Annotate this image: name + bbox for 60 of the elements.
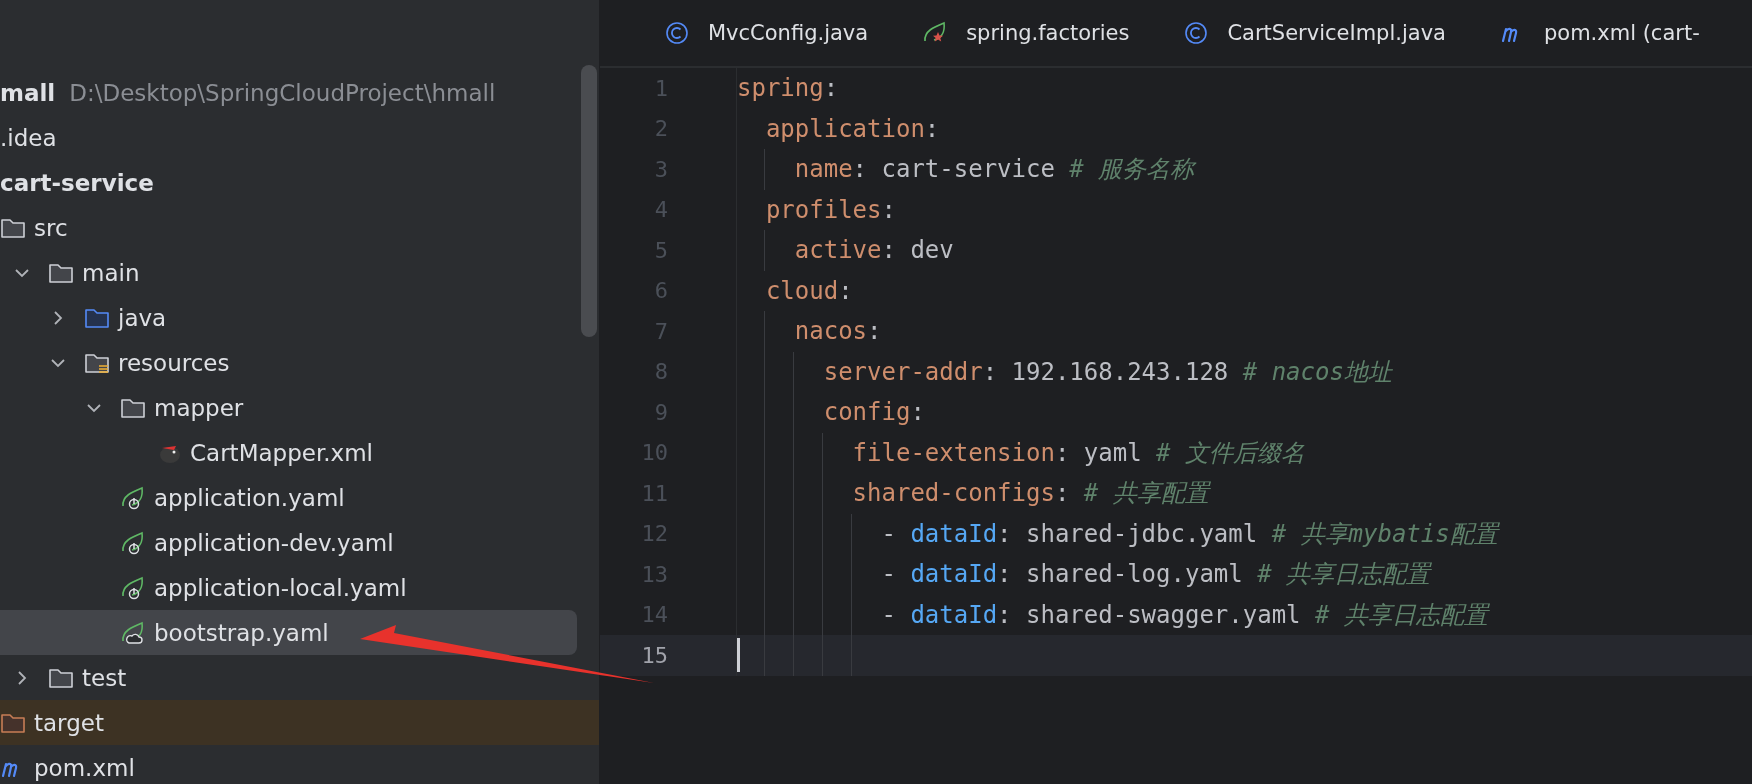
class-icon	[664, 21, 690, 45]
editor-tab[interactable]: CartServiceImpl.java	[1183, 21, 1446, 45]
code-line: file-extension: yaml # 文件后缀名	[851, 437, 1305, 469]
text-caret	[737, 638, 740, 673]
tree-item-label: pom.xml	[34, 754, 135, 781]
tree-item-label: java	[118, 304, 167, 331]
tree-item[interactable]: mapper	[0, 385, 599, 430]
tree-item-label: test	[82, 664, 127, 691]
tree-item[interactable]: cart-service	[0, 160, 599, 205]
code-line: shared-configs: # 共享配置	[851, 478, 1209, 510]
leaf-power-icon	[120, 530, 146, 555]
editor-tab[interactable]: pom.xml (cart-	[1499, 21, 1700, 45]
tree-item-label: mapper	[154, 394, 244, 421]
tree-item[interactable]: java	[0, 295, 599, 340]
tree-item-label: target	[34, 709, 104, 736]
tree-item[interactable]: application-dev.yaml	[0, 520, 599, 565]
code-line: - dataId: shared-jdbc.yaml # 共享mybatis配置	[880, 518, 1498, 550]
code-line: nacos:	[793, 317, 882, 346]
code-line: active: dev	[793, 236, 954, 265]
code-line: name: cart-service # 服务名称	[793, 154, 1195, 186]
line-number: 15	[640, 642, 669, 668]
tree-item-label: CartMapper.xml	[190, 439, 373, 466]
tree-item-label: cart-service	[0, 169, 154, 196]
tree-item-label: application-local.yaml	[154, 574, 407, 601]
tree-item[interactable]: pom.xml	[0, 745, 599, 784]
tree-item[interactable]: test	[0, 655, 599, 700]
tree-item[interactable]: bootstrap.yaml	[0, 610, 577, 655]
leaf-power-icon	[120, 575, 146, 600]
tree-item[interactable]: mall D:\Desktop\SpringCloudProject\hmall	[0, 70, 599, 115]
tree-item-label: bootstrap.yaml	[154, 619, 329, 646]
tree-item[interactable]: application.yaml	[0, 475, 599, 520]
code-line: config:	[822, 398, 925, 427]
code-line: server-addr: 192.168.243.128 # nacos地址	[822, 356, 1392, 388]
tree-item-label: .idea	[0, 124, 57, 151]
editor-tab[interactable]: spring.factories	[922, 21, 1130, 45]
code-line: - dataId: shared-swagger.yaml # 共享日志配置	[880, 599, 1488, 631]
code-line: spring:	[737, 74, 839, 103]
tree-item[interactable]: .idea	[0, 115, 599, 160]
tree-item-label: application.yaml	[154, 484, 345, 511]
tree-item-label: mall	[0, 79, 56, 106]
code-line: application:	[764, 114, 940, 143]
code-line: - dataId: shared-log.yaml # 共享日志配置	[880, 559, 1431, 591]
project-path: D:\Desktop\SpringCloudProject\hmall	[69, 79, 496, 106]
leaf-power-icon	[120, 485, 146, 510]
tree-item[interactable]: target	[0, 700, 599, 745]
tree-item[interactable]: main	[0, 250, 599, 295]
tree-item[interactable]: application-local.yaml	[0, 565, 599, 610]
class-icon	[1183, 21, 1210, 45]
tree-item[interactable]: resources	[0, 340, 599, 385]
tree-item[interactable]: src	[0, 205, 599, 250]
tree-item-label: resources	[118, 349, 230, 376]
code-line: cloud:	[764, 276, 853, 305]
editor-tab[interactable]: MvcConfig.java	[664, 21, 869, 45]
tree-item-label: main	[82, 259, 140, 286]
scrollbar-thumb[interactable]	[581, 65, 597, 337]
code-line: profiles:	[764, 195, 896, 224]
tree-item-label: src	[34, 214, 68, 241]
tree-item-label: application-dev.yaml	[154, 529, 394, 556]
tree-item[interactable]: CartMapper.xml	[0, 430, 599, 475]
leaf-cloud-icon	[120, 620, 146, 645]
